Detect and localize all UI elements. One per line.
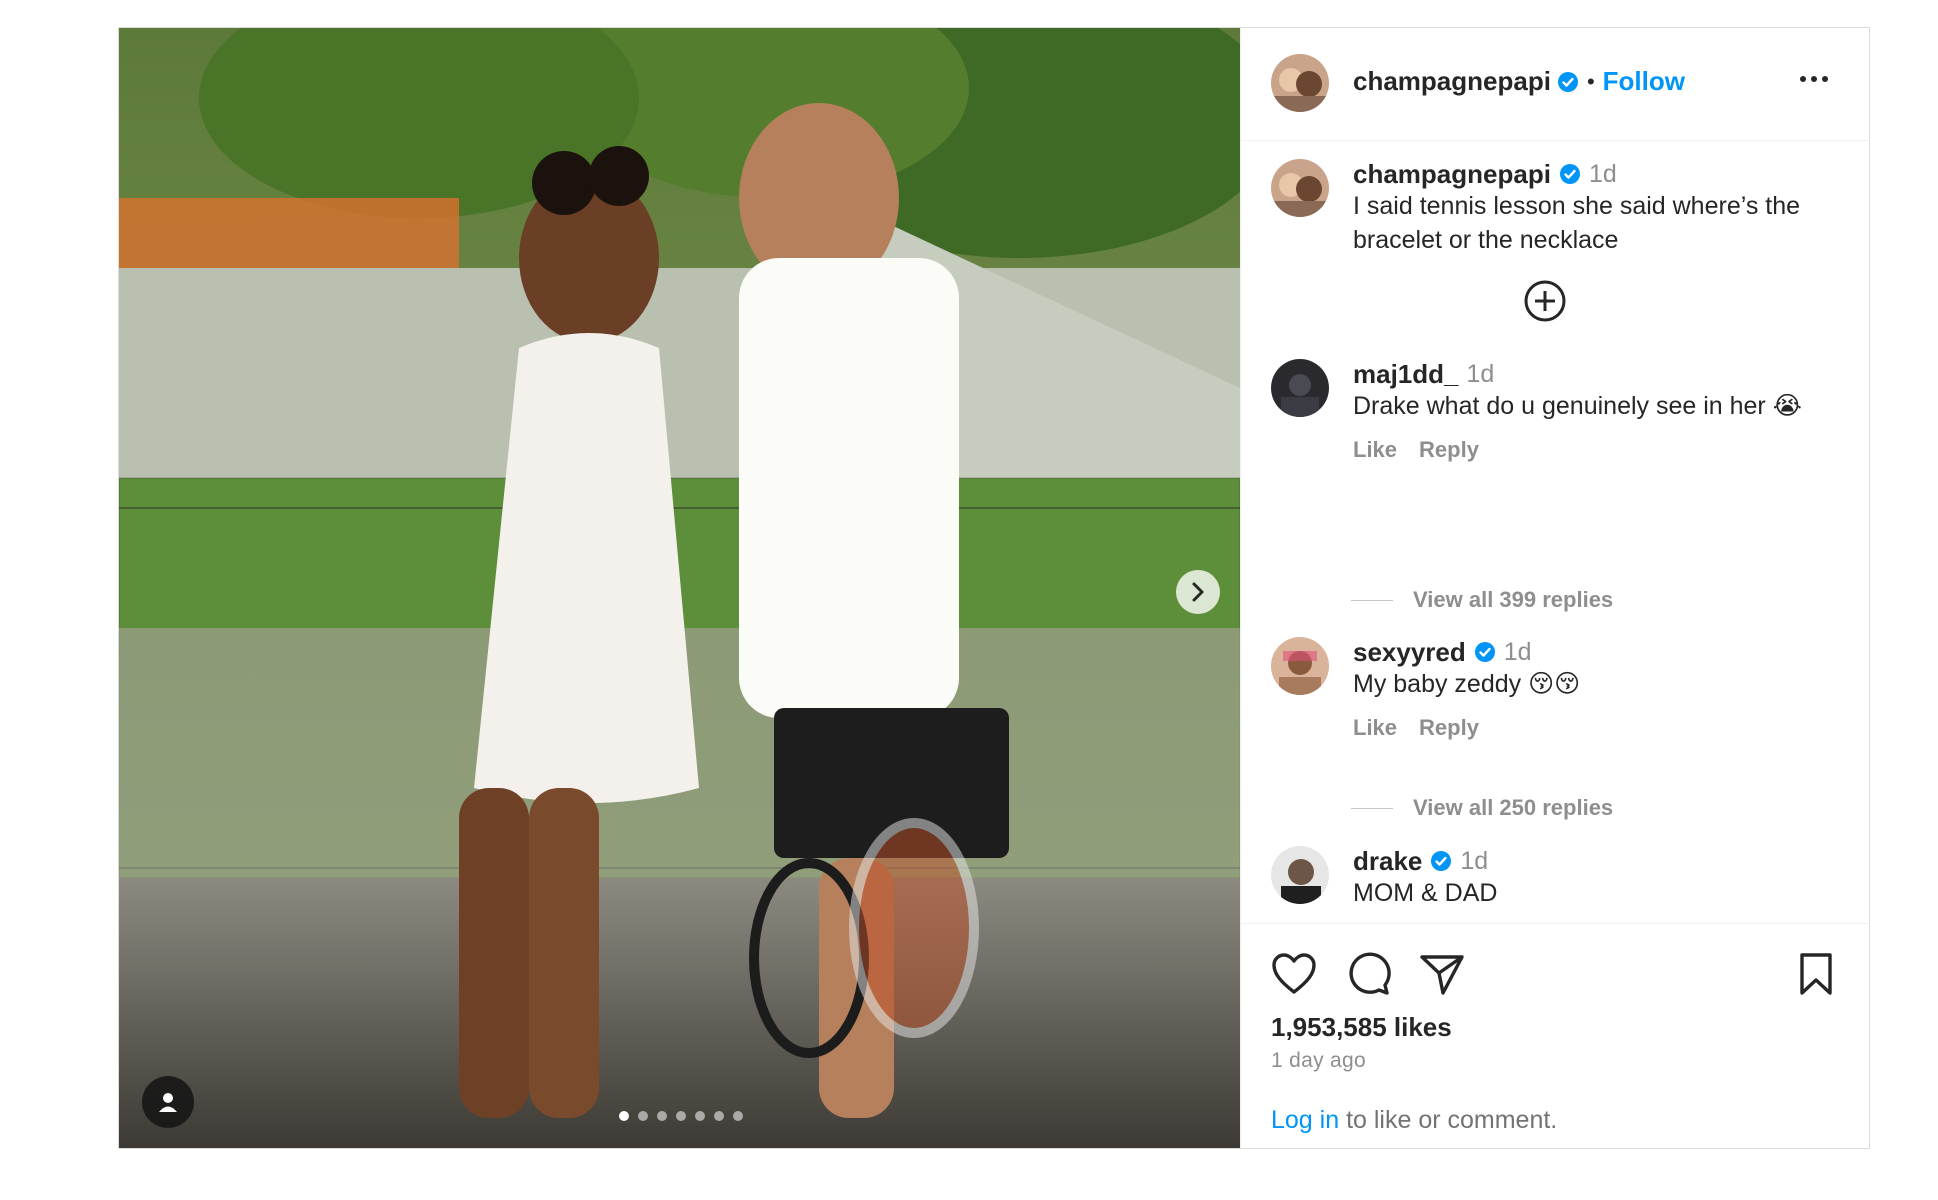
post-footer: 1,953,585 likes 1 day ago Log in to like… (1241, 923, 1870, 1149)
comments-section[interactable]: champagnepapi 1d I said tennis lesson sh… (1241, 141, 1870, 923)
carousel-dot (714, 1111, 724, 1121)
reply-comment-button[interactable]: Reply (1419, 437, 1479, 463)
caption-avatar[interactable] (1271, 159, 1329, 217)
add-circle-icon (1524, 280, 1566, 322)
bookmark-icon[interactable] (1796, 952, 1836, 996)
view-replies-label[interactable]: View all 250 replies (1413, 795, 1613, 821)
user-tag-icon (159, 1093, 177, 1112)
instagram-post: champagnepapi • Follow champagnepapi 1d (118, 27, 1870, 1149)
carousel-dot (657, 1111, 667, 1121)
login-prompt: Log in to like or comment. (1271, 1106, 1557, 1135)
comment-avatar[interactable] (1271, 637, 1329, 695)
verified-badge-icon (1559, 164, 1580, 184)
comment-username[interactable]: sexyyred (1353, 637, 1466, 668)
comment-avatar[interactable] (1271, 359, 1329, 417)
verified-badge-icon (1474, 642, 1495, 662)
view-replies-button[interactable]: View all 399 replies (1351, 587, 1613, 613)
login-prompt-text: to like or comment. (1339, 1106, 1558, 1134)
comment-username[interactable]: drake (1353, 846, 1422, 877)
comment-time: 1d (1466, 359, 1495, 388)
heart-icon[interactable] (1271, 952, 1317, 996)
comment-text: MOM & DAD (1353, 879, 1498, 907)
author-avatar[interactable] (1271, 54, 1329, 112)
next-slide-button[interactable] (1176, 570, 1220, 614)
likes-count[interactable]: 1,953,585 likes (1271, 1012, 1452, 1043)
carousel-dot (676, 1111, 686, 1121)
comment-text: Drake what do u genuinely see in her 😭 (1353, 392, 1802, 420)
header-separator: • (1586, 68, 1595, 94)
caption-username[interactable]: champagnepapi (1353, 159, 1551, 190)
post-side-panel: champagnepapi • Follow champagnepapi 1d (1240, 28, 1870, 1148)
comment-time: 1d (1503, 637, 1532, 666)
post-time-ago: 1 day ago (1271, 1049, 1366, 1072)
share-icon[interactable] (1419, 952, 1465, 996)
comment-avatar[interactable] (1271, 846, 1329, 904)
caption-time: 1d (1588, 159, 1617, 188)
carousel-dot (695, 1111, 705, 1121)
view-replies-label[interactable]: View all 399 replies (1413, 587, 1613, 613)
author-row: champagnepapi • Follow (1353, 66, 1685, 97)
comment-icon[interactable] (1345, 952, 1391, 996)
chevron-right-icon (1192, 582, 1204, 602)
follow-button[interactable]: Follow (1603, 66, 1685, 97)
verified-badge-icon (1431, 851, 1452, 871)
comment-time: 1d (1460, 846, 1489, 875)
carousel-indicator (619, 1111, 743, 1121)
login-link[interactable]: Log in (1271, 1106, 1339, 1134)
comment-text: My baby zeddy 😚😚 (1353, 670, 1581, 698)
post-media[interactable] (119, 28, 1240, 1148)
tagged-users-button[interactable] (142, 1076, 194, 1128)
like-comment-button[interactable]: Like (1353, 715, 1397, 741)
carousel-dot (638, 1111, 648, 1121)
caption-text: I said tennis lesson she said where’s th… (1353, 192, 1801, 254)
more-options-icon[interactable] (1800, 76, 1828, 82)
carousel-dot (619, 1111, 629, 1121)
reply-comment-button[interactable]: Reply (1419, 715, 1479, 741)
carousel-dot (733, 1111, 743, 1121)
verified-badge-icon (1557, 71, 1578, 92)
load-more-comments-button[interactable] (1523, 279, 1567, 328)
author-username[interactable]: champagnepapi (1353, 66, 1551, 97)
like-comment-button[interactable]: Like (1353, 437, 1397, 463)
comment-username[interactable]: maj1dd_ (1353, 359, 1459, 390)
post-photo (119, 28, 1240, 1148)
post-header: champagnepapi • Follow (1241, 28, 1870, 141)
view-replies-button[interactable]: View all 250 replies (1351, 795, 1613, 821)
